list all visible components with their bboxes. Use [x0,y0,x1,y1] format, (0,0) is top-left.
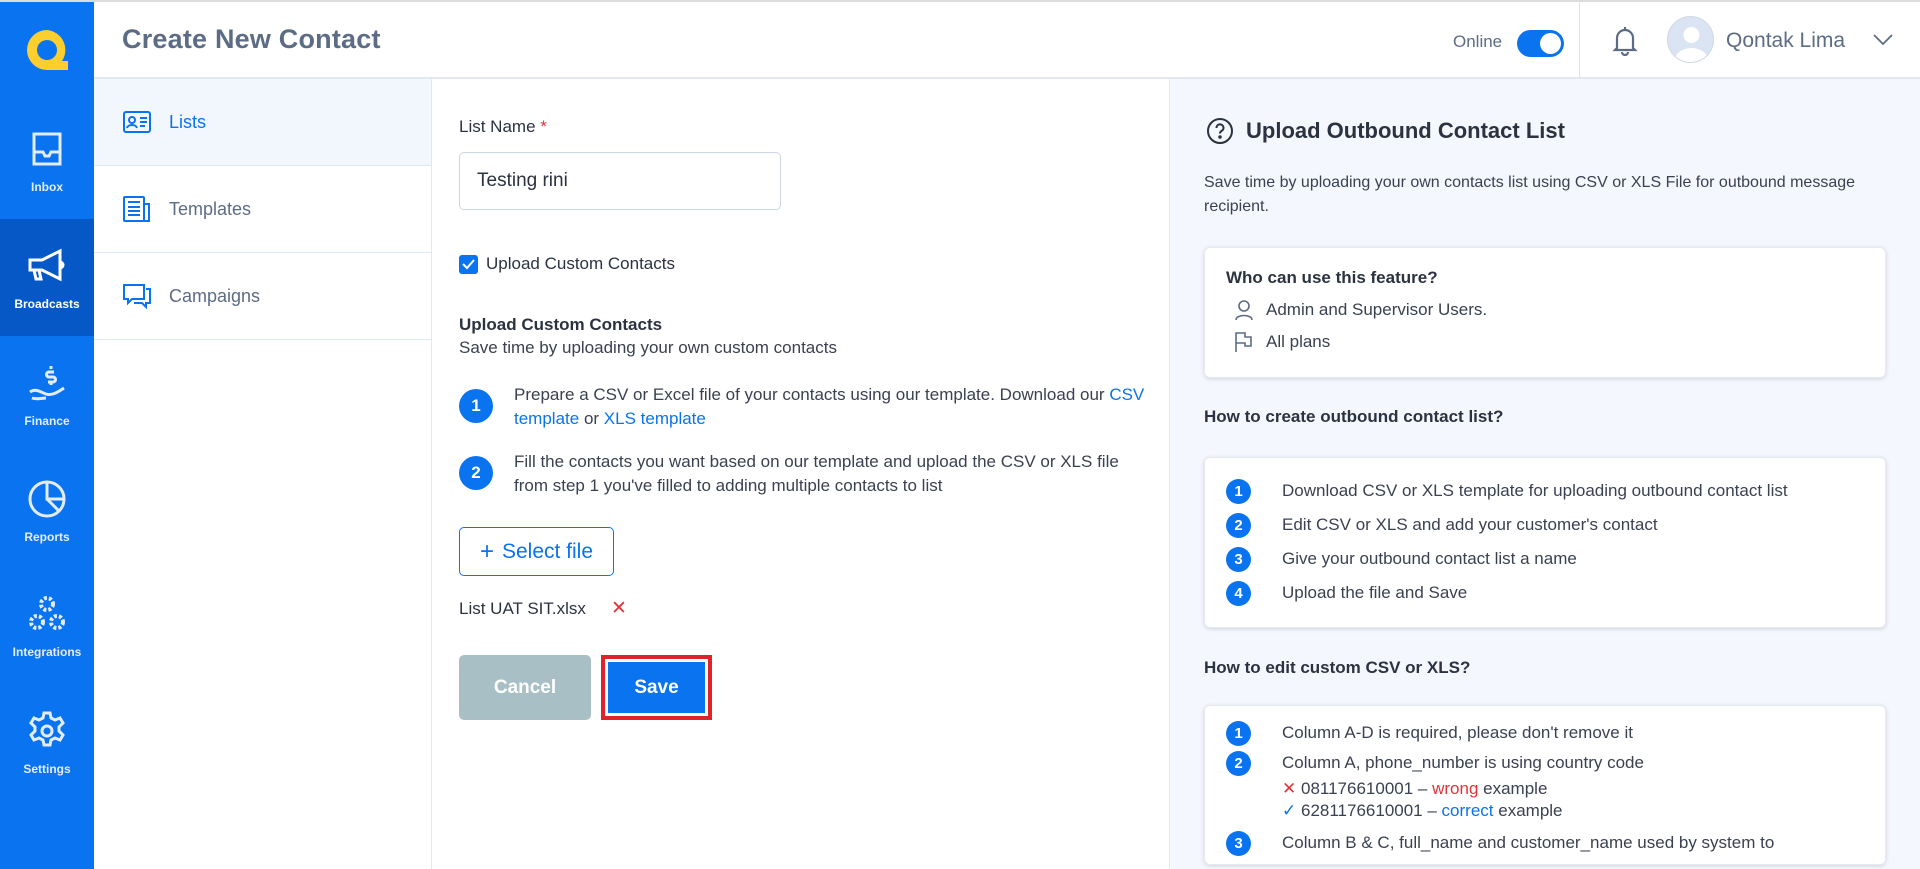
upload-step-1: 1 Prepare a CSV or Excel file of your co… [459,383,1149,431]
sidebar-item-label: Inbox [31,179,63,194]
upload-section-subtitle: Save time by uploading your own custom c… [459,338,837,357]
correct-example: ✓ 6281176610001 – correct example [1282,801,1563,820]
edit-step: 3 Column B & C, full_name and customer_na… [1226,828,1885,858]
top-header: Create New Contact Online Qontak Lima [94,2,1920,79]
select-file-button[interactable]: + Select file [459,527,614,576]
window-top-border [0,0,1920,2]
chat-bubbles-icon [123,284,151,309]
edit-title: How to edit custom CSV or XLS? [1204,658,1471,677]
checkbox-checked-icon[interactable] [459,254,478,274]
upload-custom-contacts-checkbox[interactable]: Upload Custom Contacts [459,254,675,274]
help-description: Save time by uploading your own contacts… [1204,174,1856,215]
megaphone-icon [28,248,65,281]
step-number: 1 [459,389,493,423]
pie-chart-icon [28,480,66,517]
main-sidebar: Inbox Broadcasts Finance Reports Integra… [0,0,94,869]
subnav-label: Campaigns [169,285,261,306]
remove-file-icon[interactable]: ✕ [611,597,627,620]
sidebar-item-integrations[interactable]: Integrations [0,567,94,684]
user-icon [1235,300,1253,321]
question-circle-icon [1207,118,1233,144]
contact-card-icon [123,111,151,133]
list-name-input[interactable] [459,152,781,210]
sidebar-item-label: Integrations [12,644,82,659]
required-mark: * [540,117,547,136]
header-divider [1579,2,1580,79]
cancel-button[interactable]: Cancel [459,655,591,720]
bell-icon[interactable] [1612,24,1638,56]
gear-icon [29,711,65,746]
help-title: Upload Outbound Contact List [1206,117,1565,145]
create-title: How to create outbound contact list? [1204,407,1504,426]
sidebar-item-finance[interactable]: Finance [0,336,94,453]
create-contact-form: List Name * Upload Custom Contacts Uploa… [432,79,1169,869]
sidebar-item-label: Settings [23,761,71,776]
save-button[interactable]: Save [601,655,712,720]
sidebar-item-inbox[interactable]: Inbox [0,102,94,219]
flag-icon [1235,332,1252,352]
sidebar-item-label: Finance [24,413,70,428]
upload-step-2: 2 Fill the contacts you want based on ou… [459,450,1149,498]
sidebar-item-label: Broadcasts [14,296,80,311]
step-number: 2 [459,456,493,490]
inbox-icon [32,132,62,165]
create-step: 1 Download CSV or XLS template for upload… [1226,474,1885,508]
who-plans: All plans [1234,326,1885,358]
edit-steps-card: 1 Column A-D is required, please don't re… [1204,705,1886,865]
list-name-label: List Name * [459,117,547,136]
sidebar-item-broadcasts[interactable]: Broadcasts [0,219,94,336]
template-icon [123,196,150,222]
create-step: 4 Upload the file and Save [1226,576,1885,610]
broadcast-subnav: Lists Templates Campaigns [94,79,432,869]
online-status-label: Online [1453,32,1503,51]
cross-icon: ✕ [1282,779,1297,798]
online-toggle[interactable] [1517,30,1564,57]
create-step: 2 Edit CSV or XLS and add your customer's… [1226,508,1885,542]
who-users: Admin and Supervisor Users. [1234,294,1885,326]
create-step: 3 Give your outbound contact list a name [1226,542,1885,576]
wrong-example: ✕ 081176610001 – wrong example [1282,779,1548,798]
sidebar-item-label: Reports [24,529,70,544]
selected-file-name: List UAT SIT.xlsx [459,599,586,618]
subnav-item-campaigns[interactable]: Campaigns [94,253,431,340]
create-steps-card: 1 Download CSV or XLS template for upload… [1204,457,1886,628]
subnav-label: Templates [169,198,252,219]
who-can-use-card: Who can use this feature? Admin and Supe… [1204,247,1886,378]
user-name[interactable]: Qontak Lima [1726,29,1845,53]
subnav-item-templates[interactable]: Templates [94,166,431,253]
avatar[interactable] [1667,16,1714,63]
chevron-down-icon[interactable] [1872,32,1894,46]
edit-step: 2 Column A, phone_number is using country… [1226,748,1885,778]
subnav-label: Lists [169,111,207,132]
upload-section-title: Upload Custom Contacts [459,315,663,334]
plus-icon: + [479,537,494,565]
sidebar-item-settings[interactable]: Settings [0,684,94,801]
help-panel: Upload Outbound Contact List Save time b… [1169,79,1920,869]
qontak-logo[interactable] [22,26,72,72]
edit-step: 1 Column A-D is required, please don't re… [1226,718,1885,748]
integrations-icon [29,595,65,630]
subnav-item-lists[interactable]: Lists [94,79,431,166]
sidebar-item-reports[interactable]: Reports [0,452,94,569]
check-icon: ✓ [1282,801,1297,820]
finance-icon [29,365,65,400]
page-title: Create New Contact [122,24,381,54]
xls-template-link[interactable]: XLS template [604,409,706,428]
who-title: Who can use this feature? [1226,268,1438,287]
